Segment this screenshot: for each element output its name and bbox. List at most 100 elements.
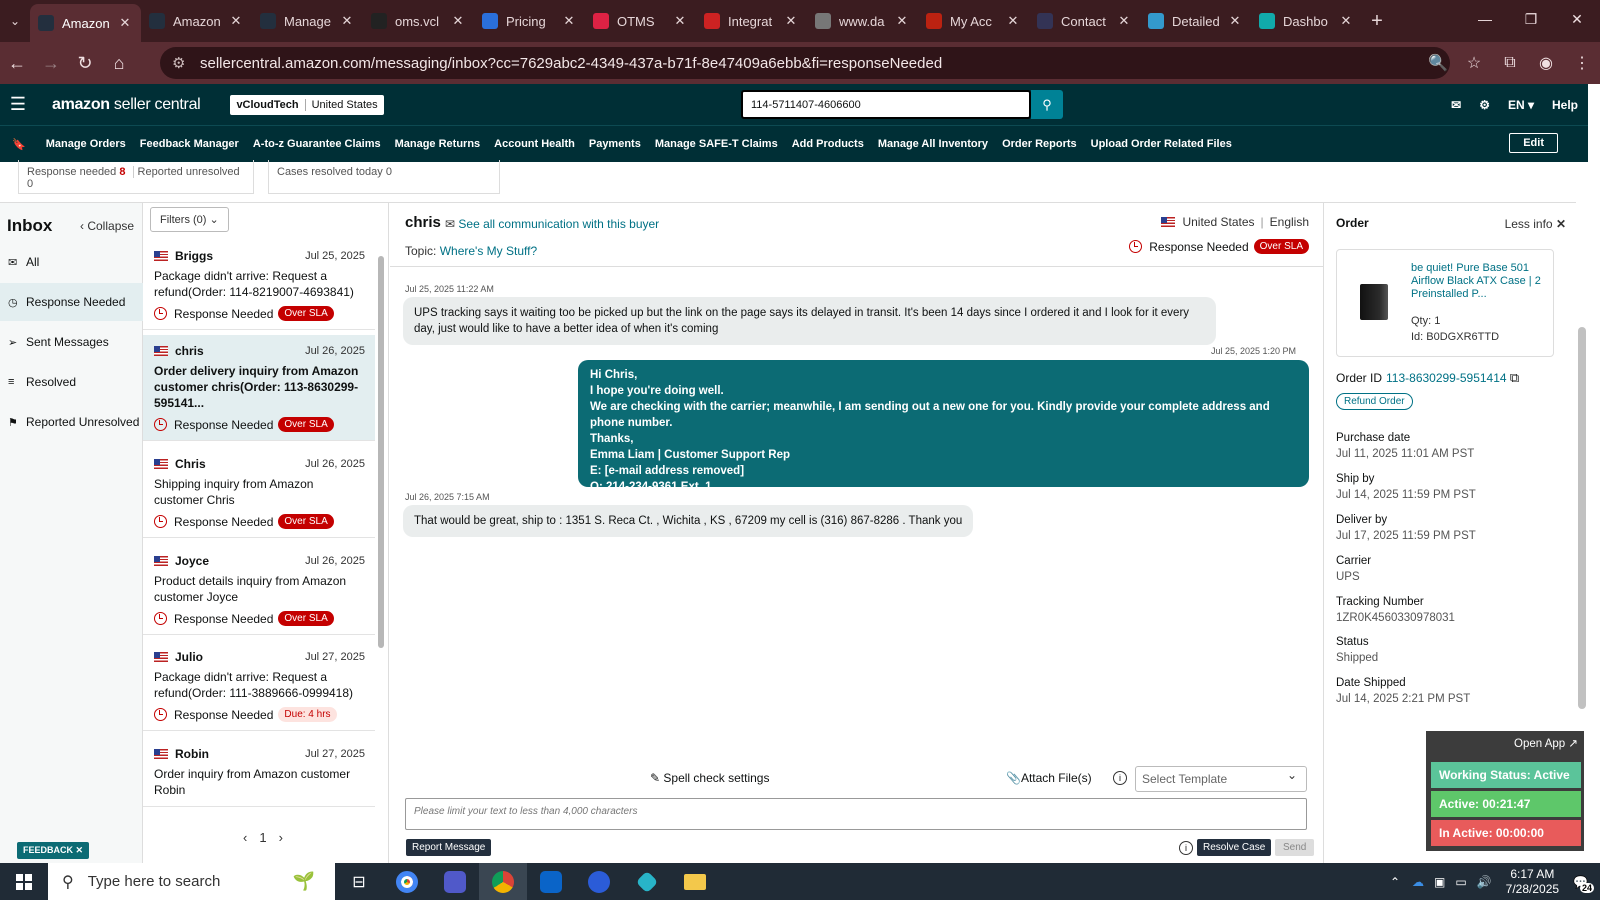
tab-close-icon[interactable]: ✕ [1116,13,1132,29]
language-selector[interactable]: EN ▾ [1508,98,1534,112]
attach-files-button[interactable]: 📎Attach File(s) [1006,771,1092,785]
sidebar-item-response-needed[interactable]: ◷ Response Needed [0,283,143,321]
nav-item[interactable]: Order Reports [1002,138,1077,150]
nav-item[interactable]: Manage Returns [395,138,481,150]
back-icon[interactable]: ← [0,46,34,80]
bookmark-star-icon[interactable]: ☆ [1456,46,1492,80]
browser-tab[interactable]: Pricing ✕ [474,4,585,38]
collapse-button[interactable]: ‹ Collapse [80,219,134,233]
thread-card[interactable]: Chris Jul 26, 2025 Shipping inquiry from A… [143,448,375,538]
tab-close-icon[interactable]: ✕ [894,13,910,29]
browser-tab[interactable]: www.da ✕ [807,4,918,38]
refund-order-button[interactable]: Refund Order [1336,393,1413,410]
app-diamond-icon[interactable] [623,863,671,900]
open-app-link[interactable]: Open App ↗ [1514,736,1578,750]
pagination[interactable]: ‹1› [243,830,295,845]
tab-close-icon[interactable]: ✕ [783,13,799,29]
task-view-icon[interactable]: ⊟ [335,863,383,900]
restore-icon[interactable]: ❐ [1508,0,1554,38]
clock[interactable]: 6:17 AM 7/28/2025 [1506,867,1559,897]
zoom-icon[interactable]: 🔍 [1420,46,1456,80]
feedback-button[interactable]: FEEDBACK ✕ [17,842,90,859]
browser-tab[interactable]: OTMS ✕ [585,4,696,38]
display-icon[interactable]: ▭ [1455,875,1466,889]
browser-tab[interactable]: Detailed ✕ [1140,4,1251,38]
nav-item[interactable]: Manage SAFE-T Claims [655,138,778,150]
menu-dots-icon[interactable]: ⋮ [1564,46,1600,80]
browser-tab[interactable]: Contact ✕ [1029,4,1140,38]
nav-item[interactable]: Upload Order Related Files [1091,138,1232,150]
help-link[interactable]: Help [1552,98,1578,112]
thread-card[interactable]: Julio Jul 27, 2025 Package didn't arrive: … [143,641,375,731]
bookmark-icon[interactable]: 🔖 [12,138,26,151]
template-select[interactable]: Select Template [1135,766,1307,792]
settings-gear-icon[interactable]: ⚙ [1479,98,1490,112]
hamburger-menu-icon[interactable]: ☰ [0,84,36,125]
tab-close-icon[interactable]: ✕ [228,13,244,29]
tab-close-icon[interactable]: ✕ [672,13,688,29]
order-id-link[interactable]: 113-8630299-5951414 [1386,371,1507,385]
reload-icon[interactable]: ↻ [68,46,102,80]
tab-close-icon[interactable]: ✕ [1005,13,1021,29]
nav-item[interactable]: A-to-z Guarantee Claims [253,138,381,150]
less-info-button[interactable]: Less info ✕ [1505,217,1566,231]
nav-item[interactable]: Add Products [792,138,864,150]
browser-tab[interactable]: Amazon ✕ [30,4,141,42]
nav-item[interactable]: Payments [589,138,641,150]
taskbar-search[interactable]: ⚲ Type here to search 🌱 [48,863,335,900]
onedrive-icon[interactable]: ☁ [1412,875,1424,889]
browser-tab[interactable]: Dashbo ✕ [1251,4,1362,38]
start-button[interactable] [0,863,48,900]
info-icon[interactable]: i [1179,841,1193,855]
send-button[interactable]: Send [1275,839,1315,856]
forward-icon[interactable]: → [34,46,68,80]
zoho-icon[interactable] [575,863,623,900]
thread-list-scrollbar[interactable] [376,244,386,816]
spell-check-settings-link[interactable]: ✎ Spell check settings [650,771,769,785]
browser-tab[interactable]: Manage ✕ [252,4,363,38]
home-icon[interactable]: ⌂ [102,46,136,80]
new-tab-button[interactable]: + [1362,4,1392,38]
sidebar-item-resolved[interactable]: ≡ Resolved [0,363,143,401]
browser-tab[interactable]: Integrat ✕ [696,4,807,38]
thread-card[interactable]: chris Jul 26, 2025 Order delivery inquiry … [143,335,375,441]
sidebar-item-reported-unresolved[interactable]: ⚑ Reported Unresolved [0,403,143,441]
teams-icon[interactable] [431,863,479,900]
profile-icon[interactable]: ◉ [1528,46,1564,80]
nav-item[interactable]: Feedback Manager [140,138,239,150]
edit-nav-button[interactable]: Edit [1509,133,1558,153]
volume-icon[interactable]: 🔊 [1477,875,1492,889]
tab-close-icon[interactable]: ✕ [1227,13,1243,29]
seller-central-logo[interactable]: amazon seller central [52,96,201,114]
file-explorer-icon[interactable] [671,863,719,900]
network-icon[interactable]: ▣ [1434,875,1445,889]
site-settings-icon[interactable]: ⚙ [172,54,190,72]
see-all-communication-link[interactable]: ✉ See all communication with this buyer [445,217,659,231]
sidebar-item-all[interactable]: ✉ All [0,243,143,281]
copy-icon[interactable]: ⧉ [1510,370,1519,385]
close-window-icon[interactable]: ✕ [1554,0,1600,38]
nav-item[interactable]: Account Health [494,138,575,150]
chrome-icon[interactable] [383,863,431,900]
extensions-icon[interactable]: ⧉ [1492,46,1528,80]
topic-link[interactable]: Where's My Stuff? [440,244,537,258]
reply-textarea[interactable]: Please limit your text to less than 4,00… [405,798,1307,830]
address-bar[interactable]: ⚙ sellercentral.amazon.com/messaging/inb… [160,47,1450,79]
report-message-button[interactable]: Report Message [406,839,492,856]
browser-tab[interactable]: Amazon ✕ [141,4,252,38]
nav-item[interactable]: Manage All Inventory [878,138,988,150]
tab-close-icon[interactable]: ✕ [1338,13,1354,29]
outlook-icon[interactable] [527,863,575,900]
minimize-icon[interactable]: — [1462,0,1508,38]
mail-icon[interactable]: ✉ [1451,98,1461,112]
chevron-up-icon[interactable]: ⌃ [1390,875,1400,889]
info-icon[interactable]: i [1113,771,1127,785]
notifications-icon[interactable]: 💬 24 [1573,875,1594,893]
filters-button[interactable]: Filters (0) ⌄ [150,207,229,232]
thread-card[interactable]: Briggs Jul 25, 2025 Package didn't arrive:… [143,240,375,330]
tab-close-icon[interactable]: ✕ [450,13,466,29]
thread-card[interactable]: Joyce Jul 26, 2025 Product details inquiry… [143,545,375,635]
chrome-profile-icon[interactable] [479,863,527,900]
nav-item[interactable]: Manage Orders [46,138,126,150]
tab-close-icon[interactable]: ✕ [339,13,355,29]
